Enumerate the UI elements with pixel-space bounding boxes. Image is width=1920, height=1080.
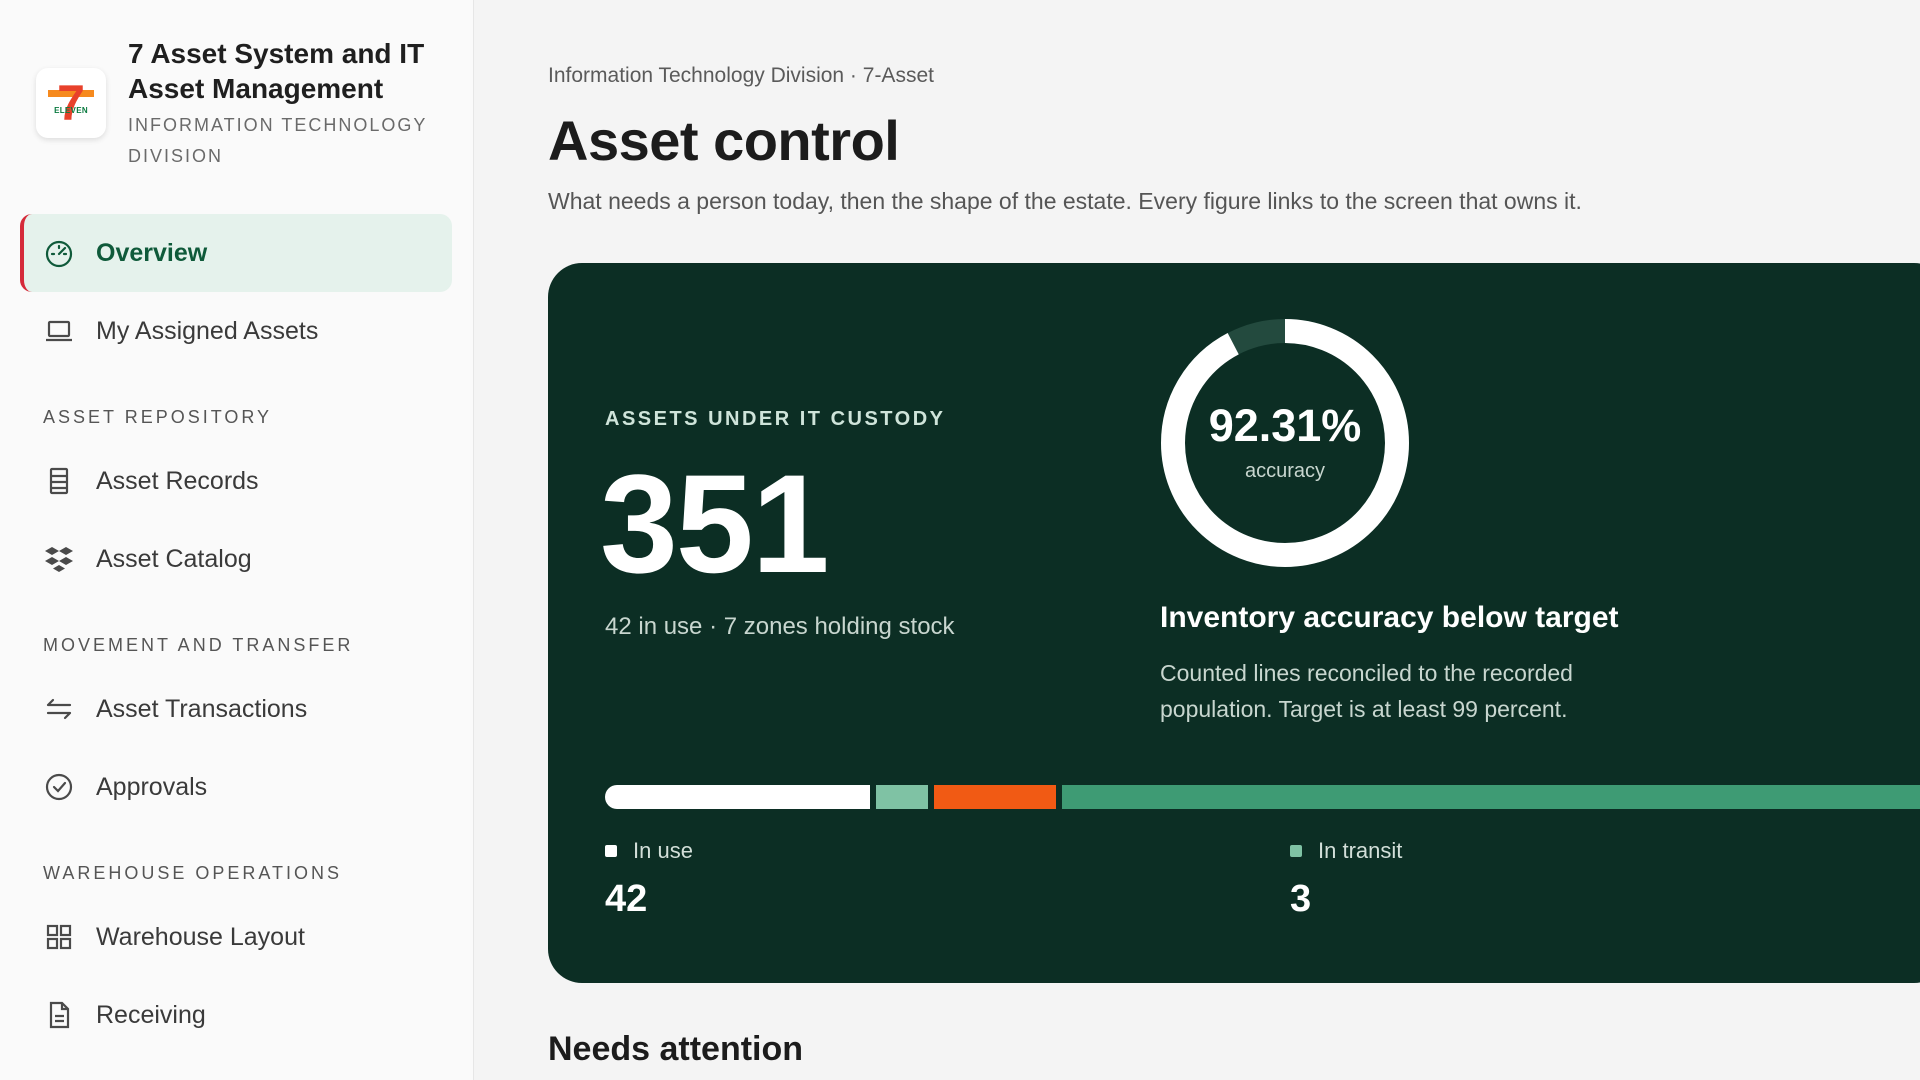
distribution-segment[interactable] <box>605 785 870 809</box>
custody-total[interactable]: 351 <box>600 443 830 604</box>
sidebar-item-label: Receiving <box>96 1000 206 1029</box>
sidebar-nav: Overview My Assigned Assets ASSET REPOSITO… <box>20 214 452 1080</box>
nav-section-heading: ASSET REPOSITORY <box>43 407 273 427</box>
accuracy-ring[interactable]: 92.31% accuracy <box>1160 318 1410 568</box>
brand-logo: 7 ELEVEN <box>36 68 106 138</box>
nav-section-heading: MOVEMENT AND TRANSFER <box>43 635 354 655</box>
check-circle-icon <box>42 770 76 804</box>
custody-label: ASSETS UNDER IT CUSTODY <box>605 408 946 430</box>
sidebar-item-approvals[interactable]: Approvals <box>20 748 452 826</box>
legend-value: 3 <box>1290 878 1312 920</box>
dashboard-icon <box>42 236 76 270</box>
sidebar-item-label: Warehouse Layout <box>96 922 305 951</box>
sidebar-item-asset-catalog[interactable]: Asset Catalog <box>20 520 452 598</box>
legend-label: In transit <box>1318 838 1403 863</box>
status-distribution-bar <box>605 785 1920 809</box>
legend-label: In use <box>633 838 693 863</box>
sidebar-item-asset-transactions[interactable]: Asset Transactions <box>20 670 452 748</box>
legend-in-transit[interactable]: In transit 3 <box>1290 838 1402 921</box>
sidebar-item-label: Asset Records <box>96 466 259 495</box>
breadcrumb[interactable]: Information Technology Division · 7-Asse… <box>548 64 934 88</box>
accuracy-caption: accuracy <box>1244 460 1326 482</box>
distribution-segment[interactable] <box>1062 785 1920 809</box>
legend-swatch <box>1290 845 1302 857</box>
page-subtitle: What needs a person today, then the shap… <box>548 188 1582 214</box>
brand[interactable]: 7 ELEVEN 7 Asset System and IT Asset Man… <box>36 36 438 172</box>
records-icon <box>42 464 76 498</box>
accuracy-value: 92.31% <box>1208 400 1362 451</box>
nav-section-heading: WAREHOUSE OPERATIONS <box>43 863 343 883</box>
logo-seven: 7 <box>57 75 85 131</box>
sidebar-item-receiving[interactable]: Receiving <box>20 976 452 1054</box>
sidebar-item-label: Overview <box>96 238 208 267</box>
catalog-icon <box>42 542 76 576</box>
needs-attention-heading: Needs attention <box>548 1030 804 1068</box>
main-content: Information Technology Division · 7-Asse… <box>548 0 1920 1080</box>
legend-in-use[interactable]: In use 42 <box>605 838 693 921</box>
sidebar-item-label: Asset Catalog <box>96 544 252 573</box>
contract-icon <box>42 1076 76 1080</box>
sidebar-item-label: Asset Transactions <box>96 694 308 723</box>
grid-icon <box>42 920 76 954</box>
document-icon <box>42 998 76 1032</box>
logo-word: ELEVEN <box>54 106 88 115</box>
brand-subtitle: INFORMATION TECHNOLOGY DIVISION <box>128 115 428 166</box>
custody-summary-card[interactable]: ASSETS UNDER IT CUSTODY 351 42 in use · … <box>548 263 1920 983</box>
sidebar-item-suppliers-and-contracts[interactable]: Suppliers and Contracts <box>20 1054 452 1080</box>
sidebar-item-label: My Assigned Assets <box>96 316 319 345</box>
laptop-icon <box>42 314 76 348</box>
distribution-segment[interactable] <box>876 785 928 809</box>
sidebar: 7 ELEVEN 7 Asset System and IT Asset Man… <box>0 0 474 1080</box>
legend-swatch <box>605 845 617 857</box>
brand-text: 7 Asset System and IT Asset Management I… <box>128 36 438 172</box>
custody-meta: 42 in use · 7 zones holding stock <box>605 613 955 640</box>
sidebar-item-my-assigned-assets[interactable]: My Assigned Assets <box>20 292 452 370</box>
accuracy-alert-title: Inventory accuracy below target <box>1160 601 1619 634</box>
brand-title: 7 Asset System and IT Asset Management <box>128 38 425 104</box>
sidebar-item-label: Approvals <box>96 772 208 801</box>
sidebar-item-warehouse-layout[interactable]: Warehouse Layout <box>20 898 452 976</box>
distribution-segment[interactable] <box>934 785 1056 809</box>
sidebar-item-overview[interactable]: Overview <box>20 214 452 292</box>
accuracy-alert-description: Counted lines reconciled to the recorded… <box>1160 660 1573 722</box>
transfer-icon <box>42 692 76 726</box>
page-title: Asset control <box>548 109 900 172</box>
legend-value: 42 <box>605 878 648 920</box>
sidebar-item-asset-records[interactable]: Asset Records <box>20 442 452 520</box>
